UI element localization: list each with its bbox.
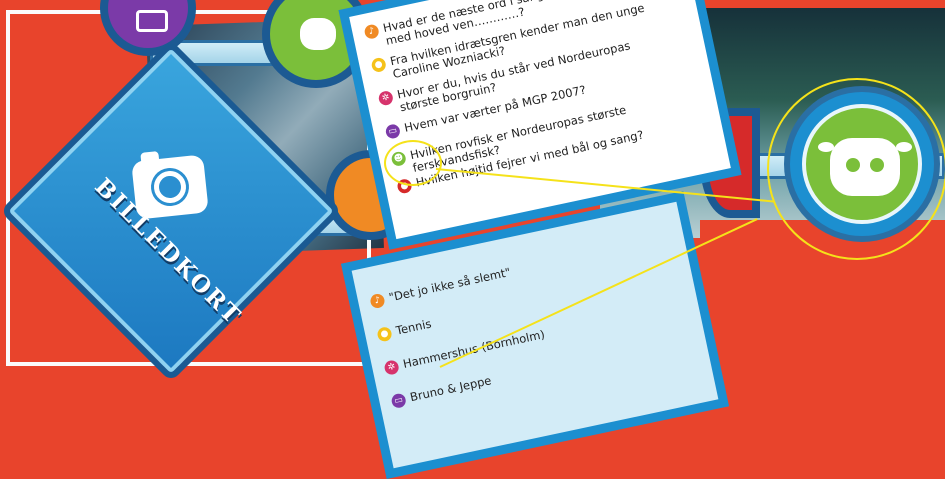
answer-text: Tennis (394, 316, 433, 338)
callout-circle-board (767, 78, 945, 260)
tv-icon: ▭ (384, 123, 402, 140)
answer-text: Bruno & Jeppe (408, 373, 493, 405)
tv-icon (136, 10, 168, 32)
music-note-icon: ♪ (363, 23, 380, 40)
sport-ball-icon: ● (370, 56, 388, 74)
tv-icon: ▭ (390, 392, 407, 410)
music-note-icon: ♪ (369, 292, 386, 310)
answer-text: "Det jo ikke så slemt" (387, 264, 512, 305)
callout-circle-card (384, 140, 442, 186)
answer-row: ▭ Bruno & Jeppe (390, 333, 686, 410)
sport-ball-icon: ● (376, 325, 393, 343)
ferris-wheel-icon: ✲ (383, 359, 400, 376)
cow-icon (300, 18, 336, 50)
ferris-wheel-icon: ✲ (377, 89, 395, 107)
